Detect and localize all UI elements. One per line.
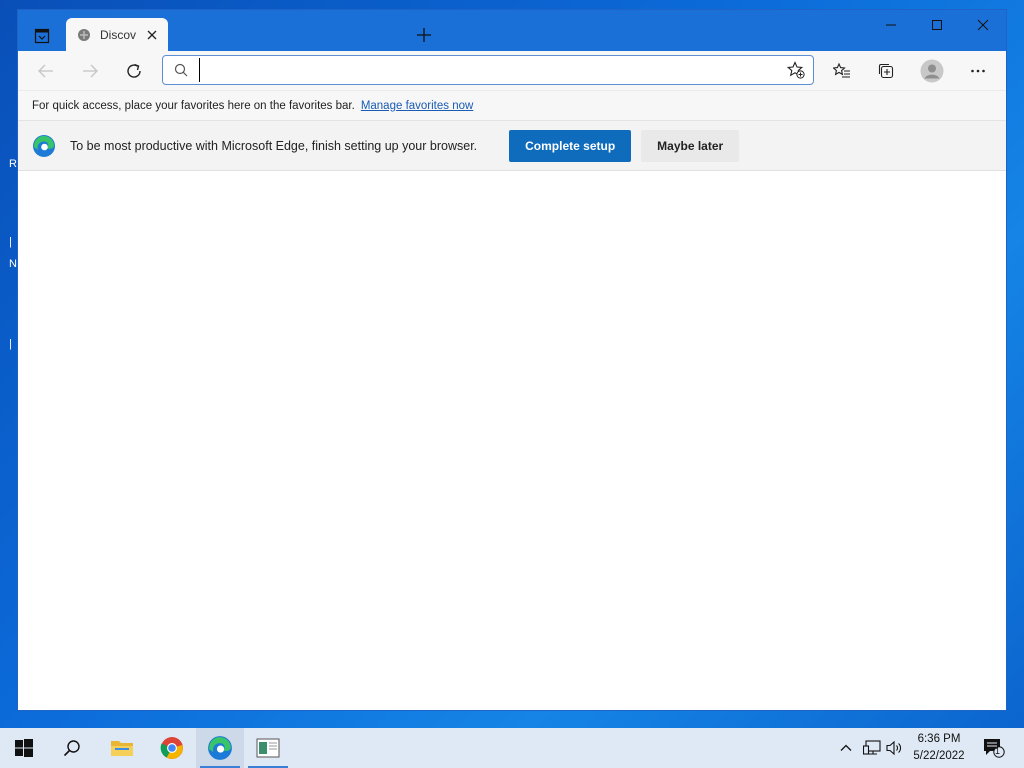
- edge-icon: [208, 736, 232, 760]
- favorites-list-icon: [833, 62, 850, 78]
- chrome-icon: [160, 737, 183, 759]
- add-favorite-button[interactable]: [779, 56, 813, 84]
- collections-icon: [878, 63, 894, 79]
- start-button[interactable]: [0, 728, 48, 768]
- maybe-later-button[interactable]: Maybe later: [641, 129, 740, 162]
- desktop-icon-fragment: |: [9, 338, 12, 350]
- edge-taskbar-button[interactable]: [196, 728, 244, 768]
- plus-icon: [417, 28, 431, 42]
- collections-button[interactable]: [870, 55, 902, 87]
- show-hidden-icons-button[interactable]: [836, 728, 856, 768]
- maximize-button[interactable]: [914, 10, 960, 40]
- back-button[interactable]: [30, 55, 62, 87]
- address-bar[interactable]: [162, 55, 814, 85]
- close-icon: [977, 19, 989, 31]
- desktop-icon-label-fragment: R: [9, 158, 17, 170]
- file-explorer-button[interactable]: [98, 728, 146, 768]
- desktop-icon-fragment: |: [9, 236, 12, 248]
- maximize-icon: [932, 20, 942, 30]
- volume-button[interactable]: [884, 728, 906, 768]
- clock-time: 6:36 PM: [917, 733, 961, 745]
- edge-browser-window: Discov For quick access, place your favo…: [18, 10, 1006, 710]
- settings-more-button[interactable]: [962, 55, 994, 87]
- manage-favorites-link[interactable]: Manage favorites now: [361, 100, 474, 112]
- folder-icon: [111, 741, 133, 756]
- favorites-button[interactable]: [826, 55, 858, 87]
- page-content: [18, 171, 1006, 709]
- system-clock[interactable]: 6:36 PM 5/22/2022: [906, 731, 972, 765]
- notification-icon: [984, 739, 1005, 758]
- network-icon: [863, 740, 881, 755]
- clock-date: 5/22/2022: [913, 750, 965, 762]
- favorites-bar: For quick access, place your favorites h…: [18, 91, 1006, 121]
- minimize-icon: [886, 24, 896, 26]
- tab-title: Discov: [100, 27, 136, 42]
- infobar-message: To be most productive with Microsoft Edg…: [70, 138, 478, 153]
- star-add-icon: [787, 61, 805, 79]
- notification-count-badge: 1: [995, 746, 1001, 756]
- minimize-button[interactable]: [868, 10, 914, 40]
- more-icon: [971, 69, 985, 73]
- favorites-bar-message: For quick access, place your favorites h…: [32, 99, 355, 112]
- tab-actions-icon: [34, 28, 50, 44]
- tab-close-icon[interactable]: [144, 27, 160, 43]
- window-app-icon: [256, 738, 280, 758]
- chrome-button[interactable]: [148, 728, 196, 768]
- app-window-taskbar-button[interactable]: [244, 728, 292, 768]
- close-window-button[interactable]: [960, 10, 1006, 40]
- search-icon: [63, 740, 80, 757]
- taskbar: 6:36 PM 5/22/2022 1: [0, 728, 1024, 768]
- browser-toolbar: [18, 51, 1006, 91]
- search-icon: [163, 56, 199, 84]
- arrow-right-icon: [83, 64, 98, 78]
- taskbar-search-button[interactable]: [48, 728, 96, 768]
- action-center-button[interactable]: 1: [978, 728, 1010, 768]
- chevron-up-icon: [840, 744, 852, 751]
- browser-titlebar: Discov: [18, 10, 1006, 51]
- avatar-icon: [920, 59, 944, 83]
- windows-logo-icon: [15, 739, 33, 757]
- refresh-button[interactable]: [118, 55, 150, 87]
- forward-button[interactable]: [74, 55, 106, 87]
- speaker-icon: [886, 740, 901, 756]
- complete-setup-button[interactable]: Complete setup: [509, 129, 632, 162]
- new-tab-button[interactable]: [410, 24, 438, 46]
- network-button[interactable]: [860, 728, 884, 768]
- arrow-left-icon: [38, 64, 53, 78]
- tab-favicon-icon: [76, 27, 92, 43]
- setup-infobar: To be most productive with Microsoft Edg…: [18, 121, 1006, 171]
- profile-button[interactable]: [916, 55, 948, 87]
- refresh-icon: [127, 63, 141, 78]
- browser-tab[interactable]: Discov: [66, 18, 168, 51]
- address-input[interactable]: [199, 58, 779, 82]
- tab-actions-button[interactable]: [28, 24, 56, 48]
- desktop-icon-label-fragment: N: [9, 258, 17, 270]
- edge-logo-icon: [33, 134, 55, 157]
